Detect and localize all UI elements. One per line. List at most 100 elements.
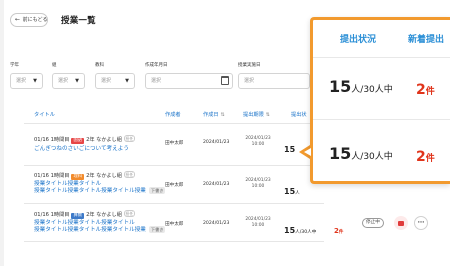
submission-cell: 15人/30人中 [284, 218, 316, 237]
row-divider [24, 203, 324, 204]
submitted-total: /30人中 [299, 230, 317, 235]
submitted-count: 15 [284, 187, 296, 196]
author-cell: 田中太郎 [165, 141, 184, 146]
filter-grade-placeholder: 選択 [16, 78, 27, 84]
deadline-time: 10:00 [251, 141, 265, 147]
callout-submitted-count: 15 [329, 77, 352, 96]
column-header-deadline[interactable]: 提出期限 ⇅ [243, 111, 270, 118]
column-header-submission: 提出状 [291, 112, 307, 118]
filter-label-subject: 教科 [95, 63, 104, 68]
author-cell: 田中太郎 [165, 222, 184, 227]
callout-divider [313, 57, 450, 58]
filter-label-grade: 学年 [10, 63, 19, 68]
page-title: 授業一覧 [61, 16, 96, 26]
deadline-cell: 2024/01/23 10:00 [243, 136, 273, 147]
sort-icon: ⇅ [265, 112, 270, 118]
column-header-deadline-label: 提出期限 [243, 112, 264, 118]
draft-badge: 下書き [148, 187, 166, 194]
callout-new: 2件 [416, 79, 435, 98]
filter-class-select[interactable]: 選択 ▼ [52, 73, 85, 89]
filter-created-date-placeholder: 選択 [151, 78, 162, 84]
filter-subject-placeholder: 選択 [101, 78, 112, 84]
caret-down-icon: ▼ [125, 78, 129, 84]
lesson-title-line2: 授業タイトル授業タイトル授業タイトル授業 [34, 188, 146, 194]
callout-new-count: 2 [416, 82, 426, 98]
mail-button[interactable] [394, 216, 408, 230]
status-badge: 停止中 [362, 218, 384, 228]
filter-created-date-input[interactable]: 選択 [145, 73, 233, 89]
submitted-count: 15 [284, 226, 296, 235]
deadline-date: 2024/01/23 [245, 136, 271, 141]
arrow-left-icon: ← [15, 16, 21, 23]
callout-submitted-total: /30人中 [360, 85, 393, 95]
callout-header-submission: 提出状況 [340, 35, 377, 45]
callout-submitted-unit: 人 [351, 152, 361, 162]
deadline-time: 10:00 [251, 222, 265, 228]
new-unit: 件 [338, 230, 344, 235]
callout-pointer-inner [304, 148, 311, 156]
caret-down-icon: ▼ [33, 78, 37, 84]
submitted-count: 15 [284, 145, 296, 154]
zoom-callout: 提出状況 新着提出 15人/30人中 2件 15人/30人中 2件 [310, 17, 450, 184]
filter-subject-select[interactable]: 選択 ▼ [95, 73, 135, 89]
callout-submitted-unit: 人 [351, 85, 361, 95]
callout-new-unit: 件 [425, 87, 435, 97]
back-button[interactable]: ← 前にもどる [10, 13, 48, 27]
row-divider [24, 165, 324, 166]
app-window: ← 前にもどる 授業一覧 学年 選択 ▼ 組 選択 ▼ 教科 選択 ▼ 作成年月… [0, 0, 450, 266]
submitted-unit: 人 [295, 191, 300, 196]
deadline-cell: 2024/01/23 10:00 [243, 178, 273, 189]
column-header-created-label: 作成日 [203, 112, 219, 118]
lesson-title-line2: 授業タイトル授業タイトル授業タイトル授業 [34, 227, 146, 233]
callout-new-count: 2 [416, 149, 426, 165]
author-cell: 田中太郎 [165, 183, 184, 188]
homeroom-pill: 担任 [123, 135, 136, 142]
submission-cell: 15 [284, 137, 295, 156]
calendar-icon [221, 76, 229, 85]
homeroom-pill: 担任 [123, 171, 136, 178]
created-cell: 2024/01/23 [203, 182, 230, 187]
lesson-title-link[interactable]: ごんぎつねのさいごについて考えよう [34, 144, 129, 152]
callout-submitted-count: 15 [329, 144, 352, 163]
filter-lesson-date-placeholder: 選択 [244, 78, 255, 84]
deadline-cell: 2024/01/23 10:00 [243, 217, 273, 228]
mail-icon [398, 220, 404, 226]
deadline-time: 10:00 [251, 183, 265, 189]
row-date: 01/16 1時間目 [34, 137, 70, 143]
callout-divider [313, 119, 450, 120]
deadline-date: 2024/01/23 [245, 178, 271, 183]
column-header-created[interactable]: 作成日 ⇅ [203, 111, 225, 118]
back-button-label: 前にもどる [22, 17, 48, 23]
callout-submission: 15人/30人中 [329, 144, 393, 163]
sort-icon: ⇅ [220, 112, 225, 118]
deadline-date: 2024/01/23 [245, 217, 271, 222]
callout-header-new: 新着提出 [408, 35, 445, 45]
lesson-title: ごんぎつねのさいごについて考えよう [34, 146, 129, 152]
draft-badge: 下書き [148, 226, 166, 233]
created-cell: 2024/01/23 [203, 221, 230, 226]
more-horizontal-icon: ··· [417, 219, 425, 226]
homeroom-pill: 担任 [123, 210, 136, 217]
filter-grade-select[interactable]: 選択 ▼ [10, 73, 43, 89]
filter-lesson-date-input[interactable]: 選択 [238, 73, 310, 89]
callout-submitted-total: /30人中 [360, 152, 393, 162]
filter-label-lesson-date: 授業実施日 [238, 63, 261, 68]
table-header-divider [24, 123, 324, 124]
filter-label-created-date: 作成年月日 [145, 63, 168, 68]
window-edge [0, 0, 4, 266]
submission-cell: 15人 [284, 179, 300, 198]
row-class: 2年 なかよし組 [86, 137, 122, 143]
callout-new-unit: 件 [425, 154, 435, 164]
filter-label-class: 組 [52, 63, 57, 68]
row-meta: 01/16 1時間目 国語 2年 なかよし組 担任 [34, 135, 136, 144]
new-submission-cell: 2件 [334, 218, 343, 237]
lesson-title-link-line2[interactable]: 授業タイトル授業タイトル授業タイトル授業 下書き [34, 225, 166, 233]
filter-class-placeholder: 選択 [58, 78, 69, 84]
callout-submission: 15人/30人中 [329, 77, 393, 96]
lesson-title-link-line2[interactable]: 授業タイトル授業タイトル授業タイトル授業 下書き [34, 186, 166, 194]
caret-down-icon: ▼ [75, 78, 79, 84]
callout-new: 2件 [416, 146, 435, 165]
more-options-button[interactable]: ··· [414, 216, 428, 230]
column-header-author: 作成者 [165, 112, 181, 118]
column-header-title[interactable]: タイトル [34, 111, 55, 118]
